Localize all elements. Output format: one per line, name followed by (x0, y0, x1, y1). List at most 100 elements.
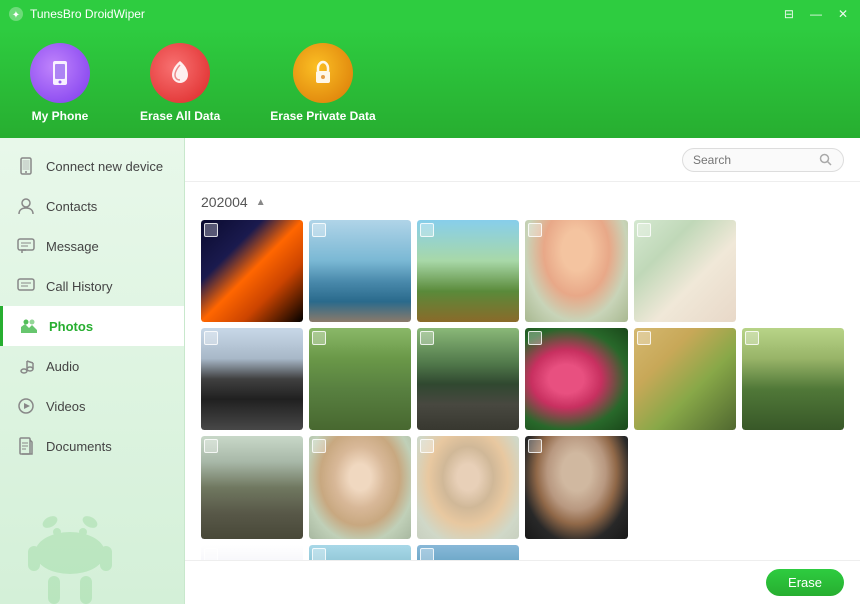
photo-cell[interactable] (525, 436, 627, 538)
contacts-icon (16, 196, 36, 216)
photo-checkbox[interactable] (204, 548, 218, 560)
photo-checkbox[interactable] (637, 331, 651, 345)
sidebar-item-contacts[interactable]: Contacts (0, 186, 184, 226)
erase-private-icon (307, 57, 339, 89)
album-arrow-icon: ▲ (256, 197, 266, 208)
photo-cell[interactable] (417, 545, 519, 560)
photo-cell[interactable] (201, 328, 303, 430)
photo-cell[interactable] (309, 328, 411, 430)
search-icon (819, 153, 833, 167)
photo-cell[interactable] (201, 545, 303, 560)
nav-erase-all[interactable]: Erase All Data (140, 43, 220, 123)
my-phone-icon-wrap (30, 43, 90, 103)
contacts-label: Contacts (46, 199, 97, 214)
photo-cell[interactable] (309, 220, 411, 322)
photo-grid-row1 (201, 220, 844, 322)
photo-cell[interactable] (201, 436, 303, 538)
callhistory-label: Call History (46, 279, 112, 294)
content-area: 202004 ▲ (185, 138, 860, 604)
sidebar-item-audio[interactable]: Audio (0, 346, 184, 386)
photo-checkbox[interactable] (745, 331, 759, 345)
photo-cell[interactable] (525, 328, 627, 430)
photo-checkbox[interactable] (528, 331, 542, 345)
erase-button[interactable]: Erase (766, 569, 844, 596)
photo-checkbox[interactable] (204, 223, 218, 237)
photo-cell[interactable] (634, 328, 736, 430)
photo-checkbox[interactable] (312, 331, 326, 345)
documents-label: Documents (46, 439, 112, 454)
photo-cell[interactable] (525, 220, 627, 322)
erase-all-icon (164, 57, 196, 89)
callhistory-icon (16, 276, 36, 296)
photo-checkbox[interactable] (420, 439, 434, 453)
photo-checkbox[interactable] (420, 223, 434, 237)
connect-device-label: Connect new device (46, 159, 163, 174)
sidebar-item-documents[interactable]: Documents (0, 426, 184, 466)
album-name: 202004 (201, 194, 248, 210)
videos-icon (16, 396, 36, 416)
my-phone-icon (44, 57, 76, 89)
photo-checkbox[interactable] (312, 223, 326, 237)
message-label: Message (46, 239, 99, 254)
erase-private-icon-wrap (293, 43, 353, 103)
photo-checkbox[interactable] (637, 223, 651, 237)
erase-all-icon-wrap (150, 43, 210, 103)
photo-cell[interactable] (417, 436, 519, 538)
photo-grid-row3 (201, 436, 844, 538)
close-button[interactable]: ✕ (834, 5, 852, 23)
audio-label: Audio (46, 359, 79, 374)
search-box[interactable] (682, 148, 844, 172)
my-phone-label: My Phone (32, 109, 89, 123)
top-nav: My Phone Erase All Data Erase Private Da… (0, 28, 860, 138)
content-header (185, 138, 860, 182)
sidebar-item-connect[interactable]: Connect new device (0, 146, 184, 186)
photo-cell[interactable] (417, 328, 519, 430)
title-bar-left: ✦ TunesBro DroidWiper (8, 6, 145, 22)
main-layout: Connect new device Contacts Message Call… (0, 138, 860, 604)
erase-private-label: Erase Private Data (270, 109, 375, 123)
search-input[interactable] (693, 153, 813, 167)
photo-cell[interactable] (634, 220, 736, 322)
nav-erase-private[interactable]: Erase Private Data (270, 43, 375, 123)
sidebar-item-videos[interactable]: Videos (0, 386, 184, 426)
android-watermark (10, 494, 130, 604)
photo-cell[interactable] (742, 328, 844, 430)
videos-label: Videos (46, 399, 86, 414)
photo-checkbox[interactable] (420, 548, 434, 560)
photos-label: Photos (49, 319, 93, 334)
photo-cell[interactable] (201, 220, 303, 322)
svg-text:✦: ✦ (12, 10, 20, 21)
photo-cell[interactable] (309, 436, 411, 538)
photo-grid-row4 (201, 545, 844, 560)
audio-icon (16, 356, 36, 376)
photo-grid-row2 (201, 328, 844, 430)
photo-cell[interactable] (309, 545, 411, 560)
sidebar-item-photos[interactable]: Photos (0, 306, 184, 346)
photo-checkbox[interactable] (528, 223, 542, 237)
message-icon (16, 236, 36, 256)
photo-cell[interactable] (417, 220, 519, 322)
photo-checkbox[interactable] (312, 439, 326, 453)
sidebar-item-callhistory[interactable]: Call History (0, 266, 184, 306)
documents-icon (16, 436, 36, 456)
window-controls: ⊟ — ✕ (780, 5, 852, 23)
photos-icon (19, 316, 39, 336)
bottom-bar: Erase (185, 560, 860, 604)
photo-area[interactable]: 202004 ▲ (185, 182, 860, 560)
sidebar: Connect new device Contacts Message Call… (0, 138, 185, 604)
photo-checkbox[interactable] (204, 331, 218, 345)
erase-all-label: Erase All Data (140, 109, 220, 123)
sidebar-item-message[interactable]: Message (0, 226, 184, 266)
phone-icon (16, 156, 36, 176)
title-bar: ✦ TunesBro DroidWiper ⊟ — ✕ (0, 0, 860, 28)
minimize-button[interactable]: — (806, 5, 826, 23)
photo-checkbox[interactable] (312, 548, 326, 560)
photo-checkbox[interactable] (528, 439, 542, 453)
wifi-button[interactable]: ⊟ (780, 5, 798, 23)
app-title: TunesBro DroidWiper (30, 7, 145, 21)
photo-checkbox[interactable] (420, 331, 434, 345)
nav-my-phone[interactable]: My Phone (30, 43, 90, 123)
album-header: 202004 ▲ (201, 194, 844, 210)
app-logo: ✦ (8, 6, 24, 22)
photo-checkbox[interactable] (204, 439, 218, 453)
